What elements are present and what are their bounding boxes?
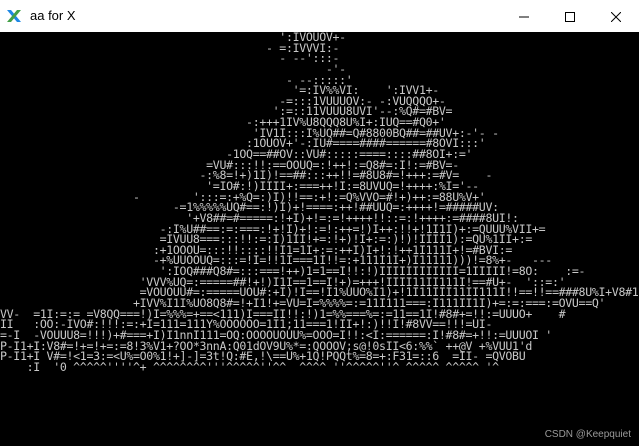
terminal-canvas[interactable]: ':IVOUOV+- - =:IVVVI:- - --':::- -'- - -… (0, 32, 639, 446)
close-icon (610, 7, 622, 26)
app-window: aa for X ':IVOUOV+- - =:IVVVI:- - --':::… (0, 0, 639, 446)
title-bar[interactable]: aa for X (0, 0, 639, 32)
maximize-icon (565, 7, 575, 26)
watermark-text: CSDN @Keepquiet (544, 429, 631, 440)
x-logo-icon (6, 8, 22, 24)
window-title: aa for X (30, 8, 76, 23)
close-button[interactable] (593, 0, 639, 32)
minimize-icon (519, 7, 529, 26)
maximize-button[interactable] (547, 0, 593, 32)
terminal-line: :I '0 ^^^^^''''^+ ^^^^^^^^'''^^^^^''^^ ^… (0, 359, 500, 374)
minimize-button[interactable] (501, 0, 547, 32)
ascii-art-output: ':IVOUOV+- - =:IVVVI:- - --':::- -'- - -… (0, 32, 639, 374)
